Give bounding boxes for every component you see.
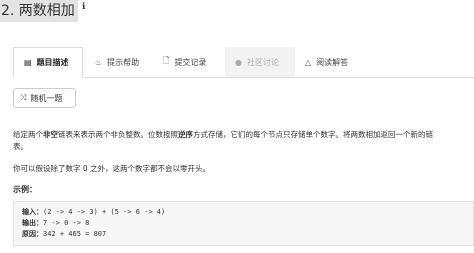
tab-submissions[interactable]: 🗋 提交记录 bbox=[157, 47, 225, 77]
info-icon[interactable]: ℹ bbox=[82, 2, 85, 12]
reason-value: 342 + 465 = 807 bbox=[43, 230, 107, 238]
problem-title-row: 2. 两数相加 ℹ bbox=[0, 0, 85, 22]
tab-hints[interactable]: ♨ 提示帮助 bbox=[83, 47, 157, 77]
bold-text: 非空 bbox=[43, 130, 58, 139]
problem-title: 2. 两数相加 bbox=[0, 0, 78, 22]
description-paragraph-2: 你可以假设除了数字 0 之外，这两个数字都不会以零开头。 bbox=[13, 164, 211, 173]
text-span: 给定两个 bbox=[13, 130, 43, 139]
description-paragraph-1: 给定两个非空链表来表示两个非负整数。位数按照逆序方式存储，它们的每个节点只存储单… bbox=[13, 129, 433, 141]
bold-text: 逆序 bbox=[178, 130, 193, 139]
example-code-block: 输入：(2 -> 4 -> 3) + (5 -> 6 -> 4) 输出：7 ->… bbox=[13, 201, 474, 246]
lightbulb-icon: ♨ bbox=[95, 57, 103, 67]
text-span: 方式存储，它们的每个节点只存储单个数字。将两数相加返回一个新的链 bbox=[193, 130, 433, 139]
tab-description[interactable]: ▤ 题目描述 bbox=[13, 47, 83, 78]
text-span: 链表来表示两个非负整数。位数按照 bbox=[58, 130, 178, 139]
tab-label: 提示帮助 bbox=[107, 57, 140, 67]
input-label: 输入： bbox=[22, 208, 43, 216]
tab-label: 提交记录 bbox=[174, 57, 207, 67]
random-question-button[interactable]: ⤨ 随机一题 bbox=[13, 88, 76, 108]
example-reason-line: 原因：342 + 465 = 807 bbox=[22, 229, 465, 240]
text-span: 表。 bbox=[13, 142, 28, 151]
random-question-label: 随机一题 bbox=[30, 93, 63, 103]
tab-discuss[interactable]: ● 社区讨论 bbox=[225, 47, 295, 77]
comments-icon: ● bbox=[235, 57, 242, 67]
shuffle-icon: ⤨ bbox=[20, 93, 27, 102]
input-value: (2 -> 4 -> 3) + (5 -> 6 -> 4) bbox=[43, 208, 166, 216]
tab-solution[interactable]: △ 阅读解答 bbox=[295, 47, 371, 77]
example-output-line: 输出：7 -> 0 -> 8 bbox=[22, 218, 465, 229]
file-icon: 🗋 bbox=[163, 56, 170, 65]
tab-label: 阅读解答 bbox=[316, 57, 349, 67]
reason-label: 原因： bbox=[22, 230, 43, 238]
tab-label: 社区讨论 bbox=[246, 57, 279, 67]
description-paragraph-1-cont: 表。 bbox=[13, 141, 28, 153]
flask-icon: △ bbox=[305, 57, 312, 67]
example-heading: 示例： bbox=[13, 185, 37, 194]
problem-tabs: ▤ 题目描述 ♨ 提示帮助 🗋 提交记录 ● 社区讨论 △ 阅读解答 bbox=[13, 47, 474, 78]
tab-label: 题目描述 bbox=[36, 58, 69, 67]
output-value: 7 -> 0 -> 8 bbox=[43, 219, 90, 227]
description-icon: ▤ bbox=[24, 58, 32, 67]
output-label: 输出： bbox=[22, 219, 43, 227]
example-input-line: 输入：(2 -> 4 -> 3) + (5 -> 6 -> 4) bbox=[22, 207, 465, 218]
